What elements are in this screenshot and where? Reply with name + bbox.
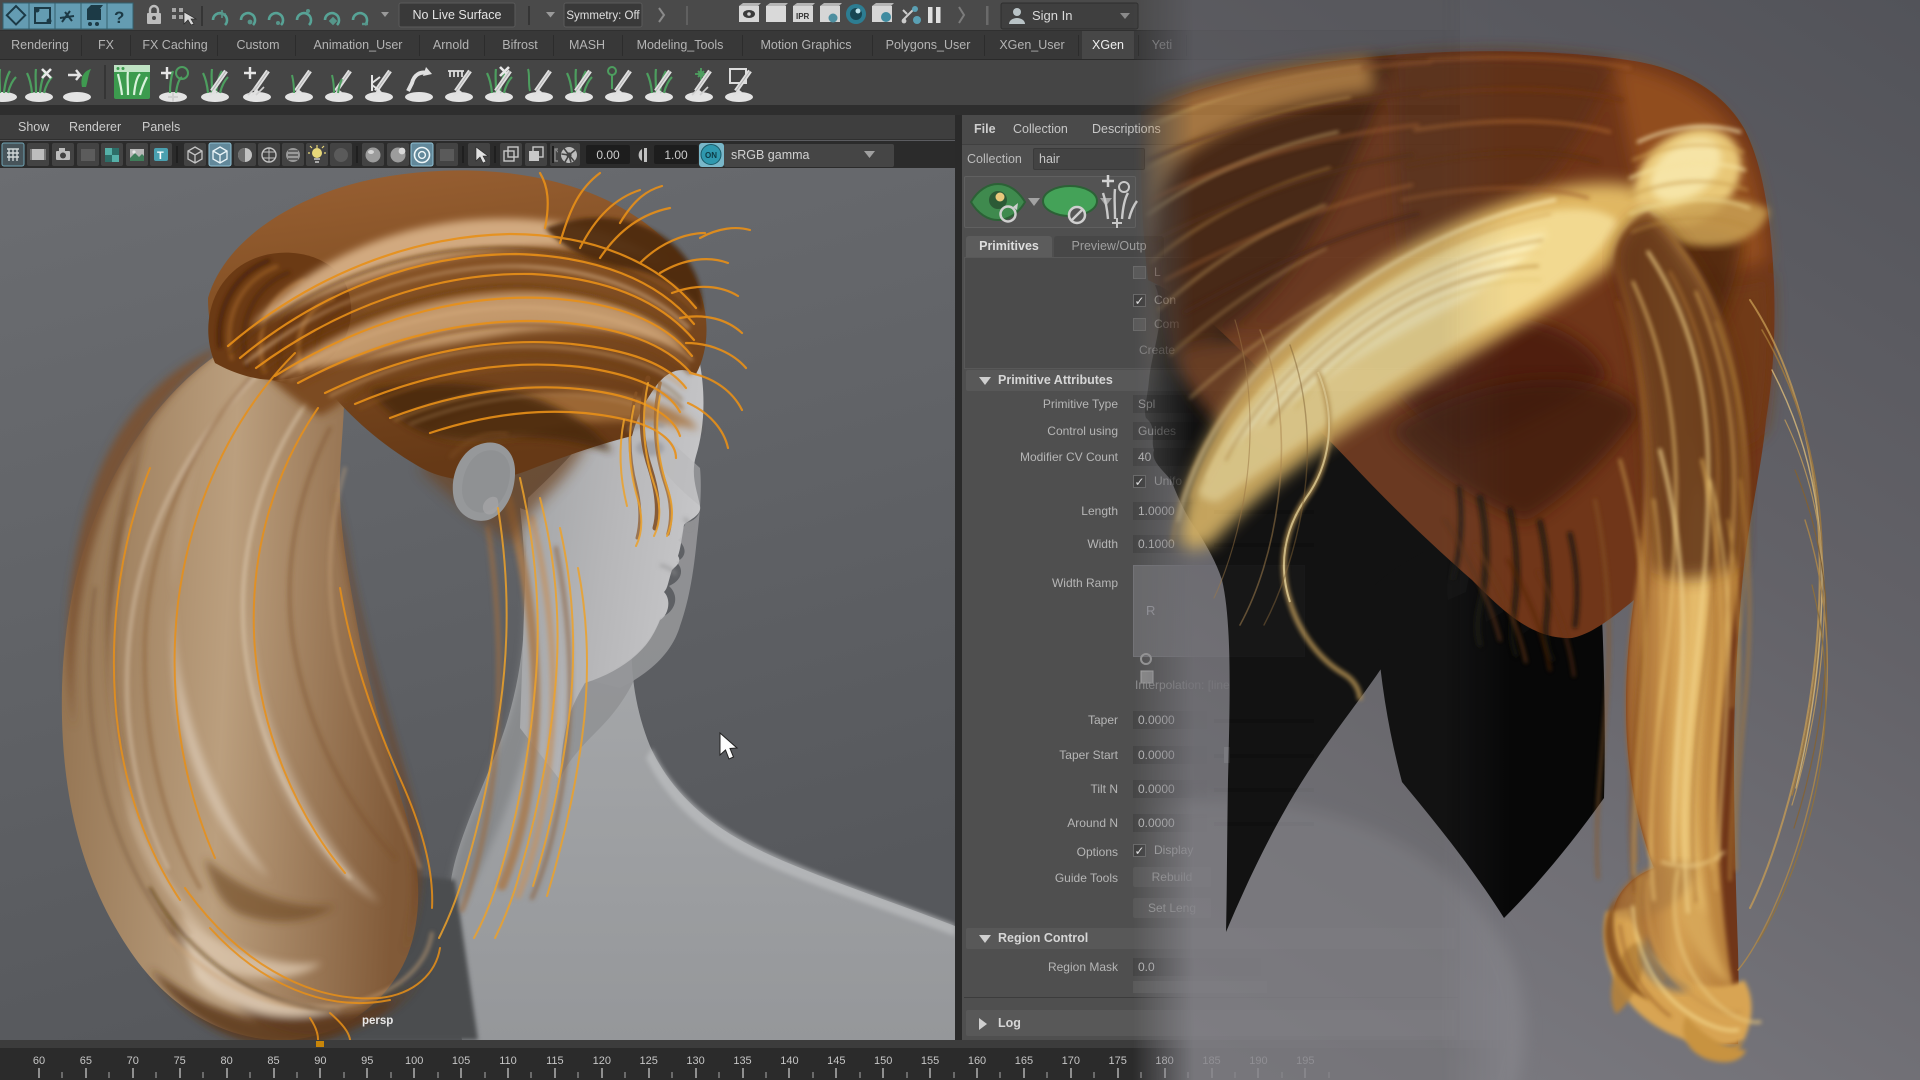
svg-text:IPR: IPR bbox=[796, 12, 810, 21]
svg-text:0.00: 0.00 bbox=[596, 148, 620, 162]
svg-text:T: T bbox=[157, 150, 164, 162]
svg-text:persp: persp bbox=[362, 1015, 393, 1027]
svg-text:?: ? bbox=[114, 8, 124, 27]
svg-text:ON: ON bbox=[705, 151, 717, 160]
svg-text:Symmetry: Off: Symmetry: Off bbox=[566, 10, 640, 22]
svg-text:sRGB gamma: sRGB gamma bbox=[731, 148, 810, 162]
svg-text:No Live Surface: No Live Surface bbox=[413, 8, 502, 22]
svg-text:1.00: 1.00 bbox=[664, 148, 688, 162]
